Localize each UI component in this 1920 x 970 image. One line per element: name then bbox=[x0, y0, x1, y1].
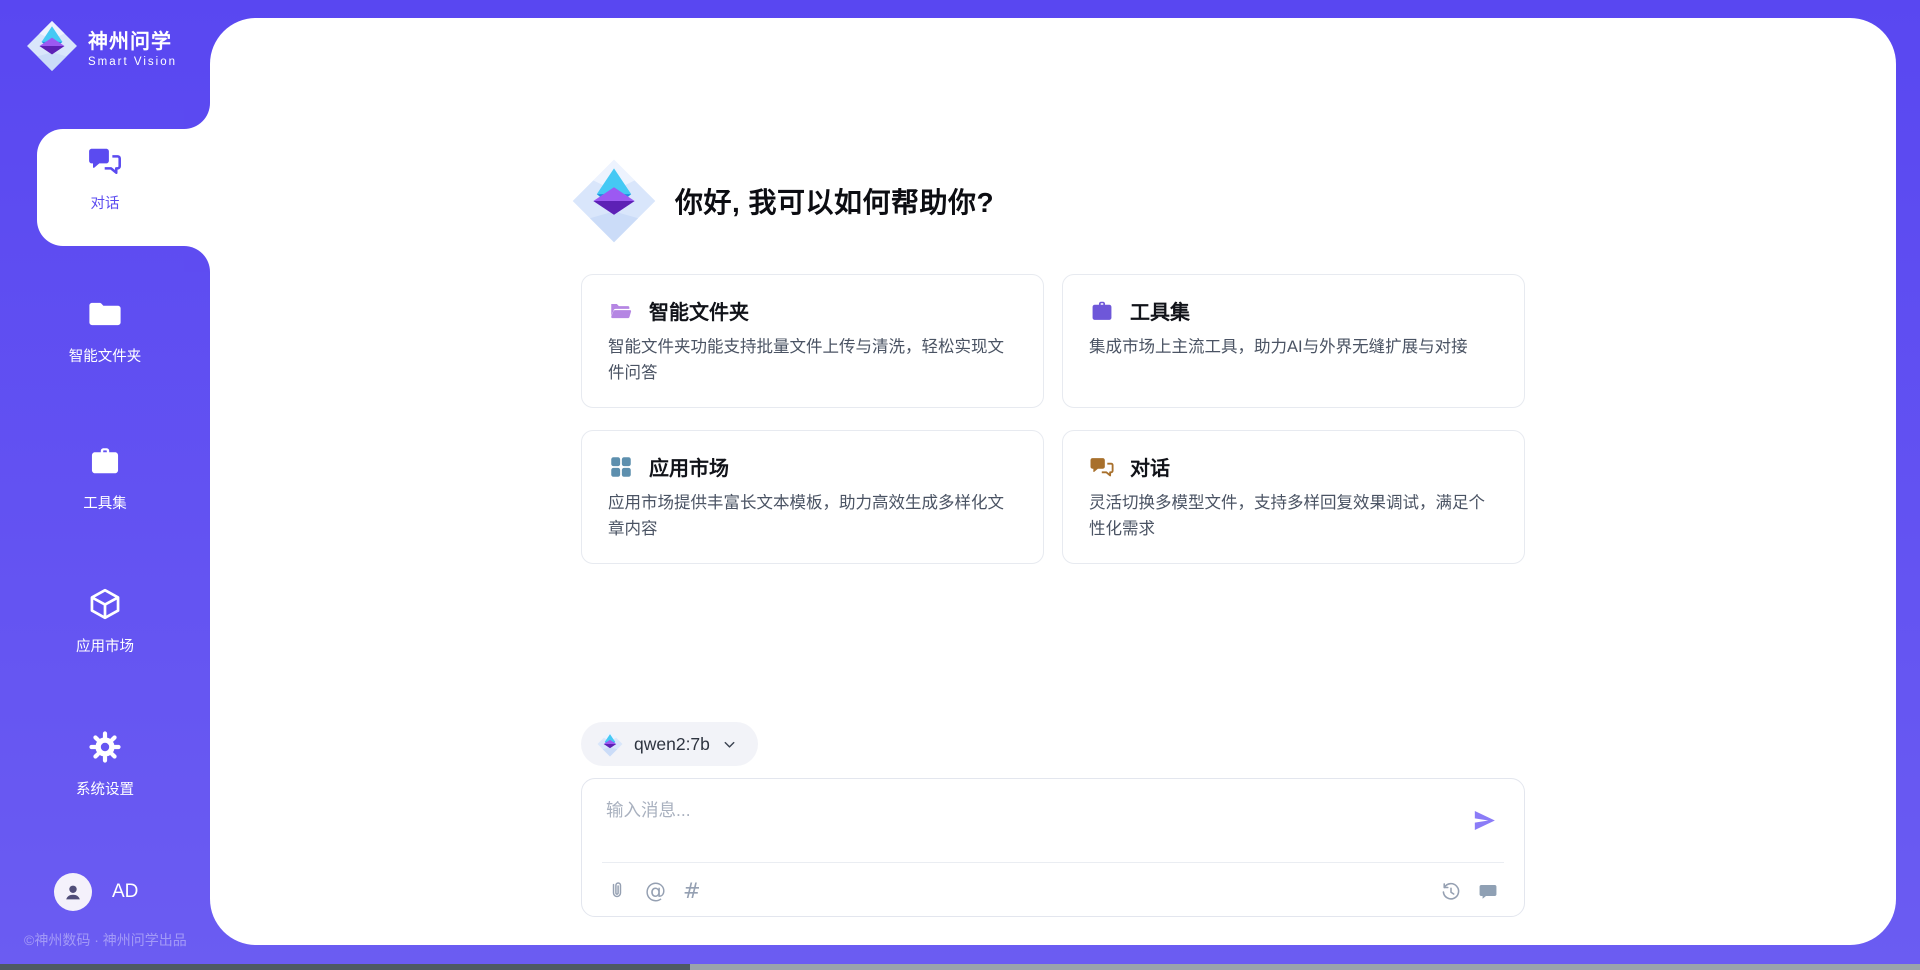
message-input[interactable] bbox=[606, 797, 1456, 853]
sidebar-item-smart-folder[interactable]: 智能文件夹 bbox=[0, 296, 210, 366]
sidebar-item-settings[interactable]: 系统设置 bbox=[0, 729, 210, 799]
grid-icon bbox=[608, 454, 634, 480]
main-panel: 你好, 我可以如何帮助你? 智能文件夹 智能文件夹功能支持批量文件上传与清洗，轻… bbox=[210, 18, 1896, 945]
chevron-down-icon bbox=[721, 736, 738, 753]
composer-tools-left: @ # bbox=[606, 880, 701, 902]
folder-icon bbox=[87, 296, 123, 332]
greeting-text: 你好, 我可以如何帮助你? bbox=[675, 181, 994, 221]
sidebar-item-chat[interactable]: 对话 bbox=[0, 143, 210, 213]
history-icon bbox=[1440, 881, 1462, 903]
folder-open-icon bbox=[608, 298, 634, 324]
brand-subtitle: Smart Vision bbox=[88, 56, 177, 68]
feature-card-toolbox[interactable]: 工具集 集成市场上主流工具，助力AI与外界无缝扩展与对接 bbox=[1062, 274, 1525, 408]
user-profile[interactable]: AD bbox=[54, 873, 138, 911]
card-title: 对话 bbox=[1130, 452, 1170, 481]
brand-logo-icon bbox=[26, 20, 78, 72]
sidebar-item-app-market[interactable]: 应用市场 bbox=[0, 586, 210, 656]
feature-card-smart-folder[interactable]: 智能文件夹 智能文件夹功能支持批量文件上传与清洗，轻松实现文件问答 bbox=[581, 274, 1044, 408]
sidebar-item-label: 对话 bbox=[0, 192, 210, 213]
assistant-logo-icon bbox=[571, 158, 657, 244]
sidebar-item-label: 系统设置 bbox=[0, 778, 210, 799]
sidebar: 神州问学 Smart Vision 对话 智能文件夹 工具集 应用市场 bbox=[0, 0, 210, 970]
brand: 神州问学 Smart Vision bbox=[26, 20, 177, 72]
chat-icon bbox=[87, 143, 123, 179]
model-logo-icon bbox=[597, 731, 623, 757]
gear-icon bbox=[87, 729, 123, 765]
sidebar-item-label: 智能文件夹 bbox=[0, 345, 210, 366]
window-bottom-edge bbox=[0, 964, 1920, 970]
feature-card-app-market[interactable]: 应用市场 应用市场提供丰富长文本模板，助力高效生成多样化文章内容 bbox=[581, 430, 1044, 564]
mention-button[interactable]: @ bbox=[645, 881, 666, 902]
send-icon bbox=[1471, 807, 1498, 834]
sidebar-item-toolbox[interactable]: 工具集 bbox=[0, 443, 210, 513]
brand-name: 神州问学 bbox=[88, 25, 177, 54]
chat-icon bbox=[1089, 454, 1115, 480]
card-title: 应用市场 bbox=[649, 452, 729, 481]
avatar bbox=[54, 873, 92, 911]
send-button[interactable] bbox=[1471, 807, 1498, 834]
toolbox-icon bbox=[87, 443, 123, 479]
history-button[interactable] bbox=[1440, 881, 1462, 903]
main-content: 你好, 我可以如何帮助你? 智能文件夹 智能文件夹功能支持批量文件上传与清洗，轻… bbox=[581, 18, 1525, 917]
card-title: 工具集 bbox=[1130, 296, 1190, 325]
cube-icon bbox=[87, 586, 123, 622]
active-nav-curve-top bbox=[184, 103, 210, 129]
person-icon bbox=[61, 880, 85, 904]
active-nav-curve-bottom bbox=[184, 246, 210, 272]
composer-divider bbox=[602, 862, 1504, 863]
chat-bubble-icon bbox=[1477, 881, 1499, 903]
card-description: 灵活切换多模型文件，支持多样回复效果调试，满足个性化需求 bbox=[1089, 491, 1498, 542]
card-title: 智能文件夹 bbox=[649, 296, 749, 325]
composer: @ # bbox=[581, 778, 1525, 917]
feature-cards: 智能文件夹 智能文件夹功能支持批量文件上传与清洗，轻松实现文件问答 工具集 集成… bbox=[581, 274, 1525, 564]
greeting-header: 你好, 我可以如何帮助你? bbox=[571, 158, 1525, 244]
attach-button[interactable] bbox=[606, 880, 628, 902]
sidebar-footer: ©神州数码 · 神州问学出品 bbox=[24, 930, 214, 950]
model-selector[interactable]: qwen2:7b bbox=[581, 722, 758, 766]
card-description: 应用市场提供丰富长文本模板，助力高效生成多样化文章内容 bbox=[608, 491, 1017, 542]
toolbox-icon bbox=[1089, 298, 1115, 324]
user-name: AD bbox=[112, 881, 138, 903]
card-description: 智能文件夹功能支持批量文件上传与清洗，轻松实现文件问答 bbox=[608, 335, 1017, 386]
sidebar-item-label: 应用市场 bbox=[0, 635, 210, 656]
paperclip-icon bbox=[606, 880, 628, 902]
card-description: 集成市场上主流工具，助力AI与外界无缝扩展与对接 bbox=[1089, 335, 1498, 361]
model-name: qwen2:7b bbox=[634, 734, 710, 755]
chat-bubble-button[interactable] bbox=[1477, 881, 1499, 903]
feature-card-chat[interactable]: 对话 灵活切换多模型文件，支持多样回复效果调试，满足个性化需求 bbox=[1062, 430, 1525, 564]
hashtag-button[interactable]: # bbox=[683, 881, 701, 902]
composer-tools-right bbox=[1440, 881, 1499, 903]
brand-text: 神州问学 Smart Vision bbox=[88, 25, 177, 68]
sidebar-item-label: 工具集 bbox=[0, 492, 210, 513]
